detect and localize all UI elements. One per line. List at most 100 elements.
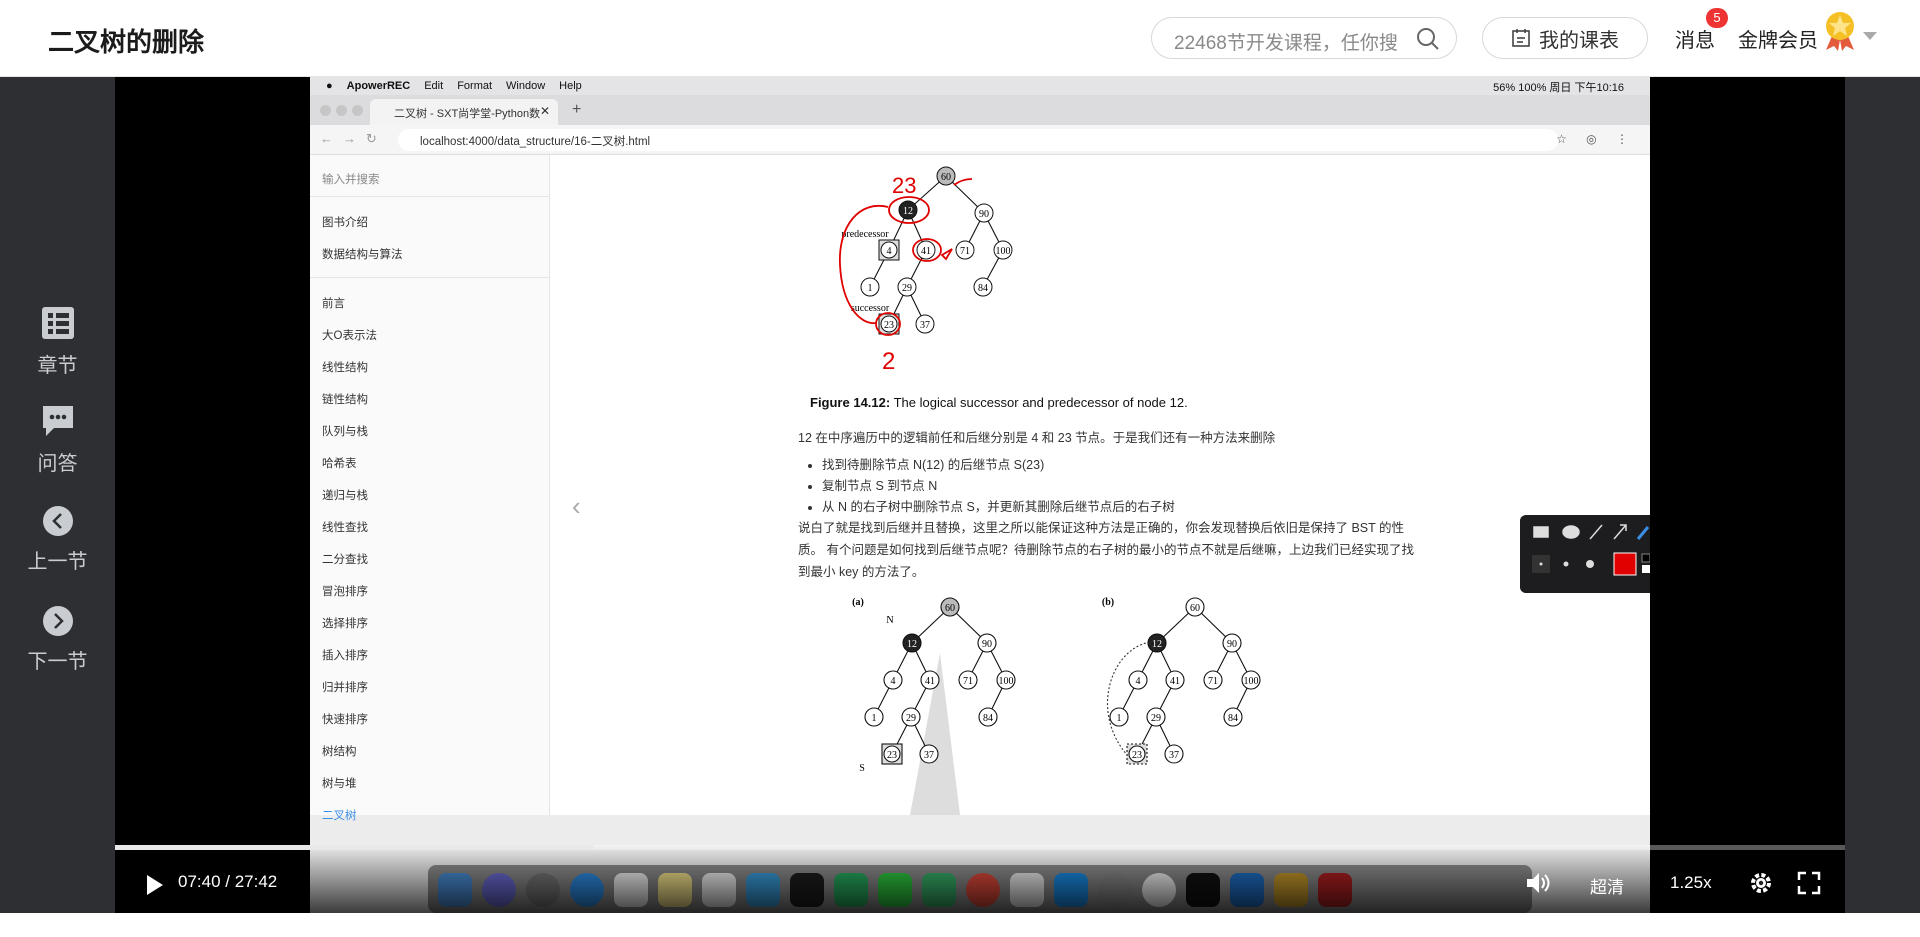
figure-caption-text: The logical successor and predecessor of… <box>890 395 1188 410</box>
prev-lesson-label: 上一节 <box>27 551 88 573</box>
lesson-side-nav: 章节 问答 上一节 下一节 <box>0 77 115 937</box>
tree-node: 90 <box>979 209 989 220</box>
quality-button[interactable]: 超清 <box>1590 873 1624 898</box>
chevron-left-circle-icon <box>42 506 73 536</box>
volume-icon[interactable] <box>1525 871 1551 895</box>
tree-node: 71 <box>1208 676 1218 687</box>
tree-node: 100 <box>996 246 1011 257</box>
book-content: ‹ 60 12 90 4 41 71 100 1 29 84 23 37 pre… <box>550 155 1650 815</box>
predecessor-label: predecessor <box>841 229 889 240</box>
chevron-right-circle-icon <box>42 606 73 636</box>
mac-menu-item: Edit <box>424 80 444 92</box>
book-nav-item: 图书介绍 <box>322 217 368 229</box>
chapters-label: 章节 <box>37 355 78 377</box>
book-nav-item: 快速排序 <box>322 714 368 726</box>
search-input[interactable]: 22468节开发课程，任你搜 <box>1174 28 1404 55</box>
play-icon[interactable] <box>145 874 165 896</box>
tree-node: 90 <box>1227 639 1237 650</box>
tree-node: 12 <box>903 206 913 217</box>
tree-node: 71 <box>963 676 973 687</box>
divider <box>310 277 549 278</box>
tree-node: 29 <box>1151 713 1161 724</box>
figure-tag: (a) <box>852 597 864 608</box>
book-nav-item: 树结构 <box>322 746 357 758</box>
top-bar: 二叉树的删除 22468节开发课程，任你搜 我的课表 消息 5 金牌会员 <box>0 0 1920 77</box>
tree-node: 12 <box>907 639 917 650</box>
membership-link[interactable]: 金牌会员 <box>1738 24 1818 53</box>
book-nav-item: 数据结构与算法 <box>322 249 403 261</box>
tree-node: 60 <box>941 172 951 183</box>
calendar-icon <box>1512 29 1530 47</box>
tree-node: 23 <box>1132 750 1142 761</box>
tree-node: 23 <box>887 750 897 761</box>
speed-button[interactable]: 1.25x <box>1670 873 1712 893</box>
tab-title: 二叉树 - SXT尚学堂-Python数 <box>394 108 541 120</box>
chapters-button[interactable]: 章节 <box>0 305 115 378</box>
tree-node: 1 <box>1117 713 1122 724</box>
prev-lesson-button[interactable]: 上一节 <box>0 505 115 574</box>
apple-icon: ● <box>326 80 333 92</box>
schedule-label: 我的课表 <box>1539 29 1619 52</box>
search-icon[interactable] <box>1416 27 1440 51</box>
fullscreen-icon[interactable] <box>1797 871 1821 895</box>
next-lesson-button[interactable]: 下一节 <box>0 605 115 674</box>
gear-icon[interactable] <box>1749 871 1773 895</box>
drawing-toolbar <box>1520 515 1650 593</box>
tree-node: 100 <box>1244 676 1259 687</box>
red-annotation-text: 23 <box>892 173 916 198</box>
message-count-badge: 5 <box>1706 8 1728 28</box>
tree-node: 41 <box>921 246 931 257</box>
mac-menu-item: Format <box>457 80 493 92</box>
tree-node: 71 <box>960 246 970 257</box>
new-tab-icon: + <box>572 101 582 118</box>
book-nav-item: 选择排序 <box>322 618 368 630</box>
my-schedule-button[interactable]: 我的课表 <box>1482 17 1648 59</box>
player-controls: 07:40 / 27:42 超清 1.25x <box>115 845 1845 913</box>
tree-node: 100 <box>999 676 1014 687</box>
video-frame: ● ApowerREC Edit Format Window Help 56% … <box>310 77 1650 913</box>
tree-node: 37 <box>920 320 930 331</box>
address-bar: ←→↻ localhost:4000/data_structure/16-二叉树… <box>310 125 1650 155</box>
tree-node: 23 <box>884 320 894 331</box>
book-nav-item: 归并排序 <box>322 682 368 694</box>
chat-icon <box>42 406 73 436</box>
chevron-left-icon: ‹ <box>572 491 581 521</box>
browser-tab: 二叉树 - SXT尚学堂-Python数 ✕ <box>370 99 558 125</box>
tree-node: 84 <box>978 283 988 294</box>
course-search[interactable]: 22468节开发课程，任你搜 <box>1151 17 1457 59</box>
tree-node: 4 <box>891 676 896 687</box>
window-min-dot <box>336 105 347 116</box>
chevron-down-icon[interactable] <box>1863 32 1877 40</box>
tree-node: 60 <box>1190 603 1200 614</box>
tree-figure-ab: (a) N S 60 12 90 4 41 71 100 1 29 84 23 … <box>852 597 1261 815</box>
tree-node: 37 <box>1169 750 1179 761</box>
book-nav-item: 递归与栈 <box>322 490 368 502</box>
book-search: 输入并搜索 <box>310 155 549 197</box>
tree-node: 1 <box>868 283 873 294</box>
tree-node: 12 <box>1152 639 1162 650</box>
steps-list: 找到待删除节点 N(12) 的后继节点 S(23) 复制节点 S 到节点 N 从… <box>812 455 1175 518</box>
node-n-label: N <box>886 615 893 626</box>
book-nav-item: 线性结构 <box>322 362 368 374</box>
step-item: 找到待删除节点 N(12) 的后继节点 S(23) <box>822 455 1175 476</box>
right-panel <box>1845 77 1920 937</box>
tree-node: 1 <box>872 713 877 724</box>
close-icon: ✕ <box>539 104 550 118</box>
mac-menu-bar: ● ApowerREC Edit Format Window Help 56% … <box>310 77 1650 95</box>
tree-node: 4 <box>887 246 892 257</box>
book-nav-item: 队列与栈 <box>322 426 368 438</box>
book-nav-item-active: 二叉树 <box>322 810 357 822</box>
messages-link[interactable]: 消息 <box>1675 24 1715 53</box>
tree-node: 84 <box>1228 713 1238 724</box>
book-nav-item: 二分查找 <box>322 554 368 566</box>
tree-node: 29 <box>906 713 916 724</box>
progress-bar[interactable] <box>115 845 1845 850</box>
browser-toolbar-icons: ☆ ◎ ⋮ <box>1556 132 1636 146</box>
paragraph: 说白了就是找到后继并且替换，这里之所以能保证这种方法是正确的，你会发现替换后依旧… <box>798 521 1414 579</box>
qa-label: 问答 <box>37 453 78 475</box>
qa-button[interactable]: 问答 <box>0 403 115 476</box>
mac-status: 56% 100% 周日 下午10:16 <box>1493 82 1624 94</box>
figure-caption-label: Figure 14.12: <box>810 395 891 410</box>
window-close-dot <box>320 105 331 116</box>
mac-menu-item: Window <box>506 80 546 92</box>
